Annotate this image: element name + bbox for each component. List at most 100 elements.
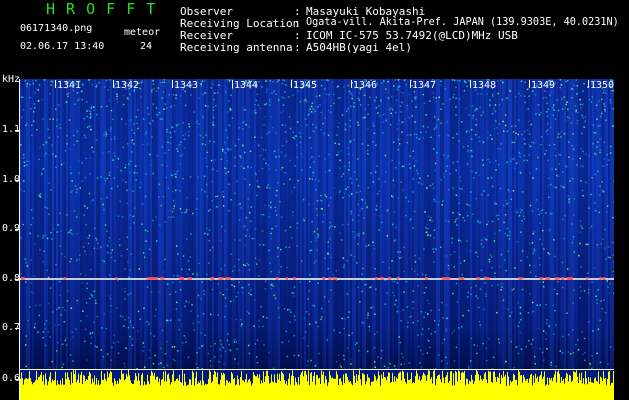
noise-speckle [104,224,107,226]
noise-speckle [512,131,515,133]
strip-bar [48,381,49,400]
noise-speckle [103,86,106,88]
noise-speckle [329,253,331,256]
noise-speckle [539,264,541,266]
strip-bar [494,371,495,400]
noise-speckle [515,162,518,164]
noise-streak [28,79,30,369]
strip-bar [288,378,289,400]
strip-bar [574,371,575,400]
noise-streak [374,79,376,369]
noise-speckle [287,309,289,311]
noise-speckle [580,290,582,292]
noise-speckle [455,86,457,88]
noise-speckle [553,333,555,335]
carrier-highlight [380,277,384,280]
noise-speckle [208,229,211,231]
time-label-1346: 1346 [353,80,378,91]
noise-speckle [210,313,212,316]
noise-speckle [226,339,229,342]
noise-speckle [546,319,548,321]
noise-speckle [144,366,146,368]
noise-speckle [226,79,229,81]
strip-bar [57,380,58,400]
noise-speckle [214,92,216,94]
noise-speckle [213,106,215,108]
strip-bar [100,384,101,400]
strip-bar [517,385,518,400]
noise-speckle [182,122,184,124]
noise-speckle [143,307,145,309]
noise-speckle [152,79,154,82]
noise-speckle [572,352,574,354]
noise-speckle [352,154,354,156]
noise-speckle [155,308,157,311]
noise-speckle [25,124,27,127]
noise-speckle [459,262,462,264]
strip-bar [178,380,179,400]
noise-speckle [572,238,575,241]
noise-speckle [613,180,614,183]
noise-speckle [284,229,287,232]
noise-speckle [117,279,119,282]
noise-speckle [362,233,364,235]
strip-bar [159,378,160,400]
noise-speckle [452,212,454,214]
noise-streak [524,79,526,369]
noise-speckle [562,171,564,173]
noise-speckle [174,202,177,205]
noise-speckle [205,273,208,276]
strip-bar [514,374,515,400]
noise-speckle [145,173,147,175]
noise-speckle [66,93,68,95]
noise-speckle [282,97,285,99]
noise-speckle [532,252,534,255]
noise-speckle [427,126,429,128]
noise-speckle [226,288,228,291]
noise-speckle [409,167,412,169]
noise-speckle [470,293,472,296]
noise-speckle [257,144,260,147]
strip-bar [423,372,424,400]
noise-speckle [412,178,415,180]
noise-speckle [266,133,269,135]
noise-speckle [527,108,529,110]
noise-speckle [72,336,74,339]
strip-bar [258,378,259,400]
noise-speckle [83,214,86,216]
strip-bar [123,373,124,400]
strip-bar [306,374,307,400]
noise-speckle [555,365,557,368]
carrier-highlight [285,277,289,280]
noise-streak [576,79,578,369]
strip-bar [119,378,120,400]
noise-speckle [23,153,25,156]
noise-speckle [512,190,515,192]
noise-speckle [612,254,614,256]
noise-streak [560,79,562,369]
noise-speckle [446,121,449,123]
strip-bar [49,376,50,400]
noise-speckle [547,108,549,111]
noise-speckle [413,210,416,213]
observer-label: Observer [180,5,233,18]
noise-speckle [256,339,259,341]
noise-speckle [318,94,321,97]
noise-speckle [398,162,401,164]
strip-bar [438,374,439,400]
noise-speckle [315,237,317,239]
noise-speckle [571,223,573,225]
noise-speckle [597,170,599,173]
noise-streak [186,79,188,369]
noise-speckle [550,364,552,366]
noise-speckle [93,290,96,292]
noise-speckle [294,165,296,167]
strip-bar [33,382,34,400]
noise-streak [246,79,248,369]
strip-bar [453,373,454,400]
noise-speckle [303,219,305,222]
noise-speckle [511,158,513,160]
noise-speckle [598,211,601,214]
noise-speckle [576,164,578,166]
noise-speckle [381,221,383,224]
